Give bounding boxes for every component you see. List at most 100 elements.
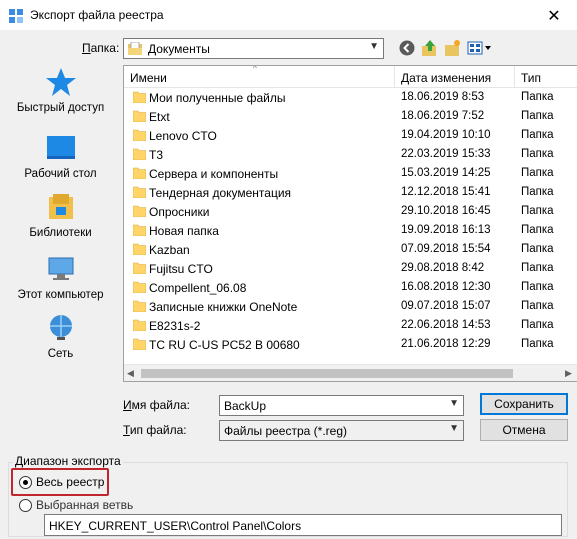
- folder-icon: [133, 262, 146, 274]
- cancel-button[interactable]: Отмена: [480, 419, 568, 441]
- new-folder-icon[interactable]: [444, 39, 462, 57]
- folder-label: Папка:: [82, 41, 120, 55]
- table-row[interactable]: Новая папка 19.09.2018 16:13 Папка: [124, 221, 577, 240]
- folder-icon: [133, 319, 146, 331]
- network-icon: [49, 315, 72, 340]
- file-date: 18.06.2019 7:52: [401, 110, 485, 122]
- filetype-select[interactable]: Файлы реестра (*.reg) ▼: [219, 420, 464, 441]
- radio-selected-branch[interactable]: [19, 499, 32, 512]
- folder-icon: [133, 110, 146, 122]
- table-row[interactable]: E8231s-2 22.06.2018 14:53 Папка: [124, 316, 577, 335]
- sort-ascending-icon: ^: [253, 65, 257, 73]
- file-name: Kazban: [149, 243, 190, 257]
- table-row[interactable]: Сервера и компоненты 15.03.2019 14:25 Папк…: [124, 164, 577, 183]
- table-row[interactable]: Записные книжки OneNote 09.07.2018 15:07 П…: [124, 297, 577, 316]
- column-header-date[interactable]: Дата изменения: [401, 71, 491, 85]
- file-type: Папка: [521, 243, 554, 255]
- file-name: Тендерная документация: [149, 186, 292, 200]
- branch-path-field[interactable]: HKEY_CURRENT_USER\Control Panel\Colors: [44, 514, 562, 536]
- file-date: 19.09.2018 16:13: [401, 224, 491, 236]
- chevron-down-icon: ▼: [449, 423, 459, 434]
- file-name: Сервера и компоненты: [149, 167, 279, 181]
- place-quick-access[interactable]: Быстрый доступ: [8, 66, 113, 124]
- column-header-name[interactable]: Имени: [130, 71, 167, 85]
- folder-icon: [133, 148, 146, 160]
- table-row[interactable]: Lenovo CTO 19.04.2019 10:10 Папка: [124, 126, 577, 145]
- file-type: Папка: [521, 148, 554, 160]
- file-name: Etxt: [149, 110, 170, 124]
- file-date: 22.06.2018 14:53: [401, 319, 491, 331]
- star-icon: [45, 68, 76, 96]
- file-name: Опросники: [149, 205, 210, 219]
- window-title: Экспорт файла реестра: [30, 8, 164, 22]
- file-list-header: Имени ^ Дата изменения Тип: [124, 66, 577, 88]
- branch-path-value: HKEY_CURRENT_USER\Control Panel\Colors: [49, 519, 302, 533]
- file-name: T3: [149, 148, 164, 162]
- table-row[interactable]: Опросники 29.10.2018 16:45 Папка: [124, 202, 577, 221]
- folder-icon: [133, 167, 146, 179]
- place-desktop[interactable]: Рабочий стол: [8, 132, 113, 190]
- place-label: Этот компьютер: [17, 289, 104, 301]
- back-icon[interactable]: [398, 39, 416, 57]
- place-libraries[interactable]: Библиотеки: [8, 191, 113, 249]
- folder-icon: [133, 281, 146, 293]
- folder-icon: [133, 91, 146, 103]
- scroll-left-icon[interactable]: ◀: [127, 368, 134, 379]
- folder-icon: [133, 129, 146, 141]
- table-row[interactable]: Compellent_06.08 16.08.2018 12:30 Папка: [124, 278, 577, 297]
- place-this-pc[interactable]: Этот компьютер: [8, 253, 113, 311]
- libraries-icon: [48, 194, 73, 219]
- file-date: 12.12.2018 15:41: [401, 186, 491, 198]
- file-type: Папка: [521, 167, 554, 179]
- file-name: E8231s-2: [149, 319, 201, 333]
- filetype-value: Файлы реестра (*.reg): [224, 424, 347, 438]
- table-row[interactable]: Мои полученные файлы 18.06.2019 8:53 Папка: [124, 88, 577, 107]
- selected-branch-label[interactable]: Выбранная ветвь: [36, 498, 133, 512]
- view-menu-icon[interactable]: [467, 39, 493, 57]
- save-button[interactable]: Сохранить: [480, 393, 568, 415]
- place-network[interactable]: Сеть: [8, 312, 113, 370]
- file-date: 18.06.2019 8:53: [401, 91, 485, 103]
- file-rows: Мои полученные файлы 18.06.2019 8:53 Папка…: [124, 88, 577, 354]
- horizontal-scrollbar[interactable]: ◀ ▶: [124, 364, 577, 381]
- scroll-right-icon[interactable]: ▶: [565, 368, 572, 379]
- table-row[interactable]: T3 22.03.2019 15:33 Папка: [124, 145, 577, 164]
- file-type: Папка: [521, 319, 554, 331]
- table-row[interactable]: Etxt 18.06.2019 7:52 Папка: [124, 107, 577, 126]
- file-type: Папка: [521, 205, 554, 217]
- file-name: Новая папка: [149, 224, 219, 238]
- file-date: 09.07.2018 15:07: [401, 300, 491, 312]
- folder-current: Документы: [148, 42, 210, 56]
- filetype-label: Тип файла:: [123, 423, 187, 437]
- places-bar: Быстрый доступ Рабочий стол Библиотеки Э…: [8, 66, 113, 376]
- file-date: 16.08.2018 12:30: [401, 281, 491, 293]
- file-type: Папка: [521, 91, 554, 103]
- filename-value: BackUp: [224, 399, 267, 413]
- close-button[interactable]: ✕: [531, 0, 577, 31]
- file-list[interactable]: Имени ^ Дата изменения Тип Мои полученны…: [123, 65, 577, 382]
- file-type: Папка: [521, 186, 554, 198]
- folder-icon: [133, 243, 146, 255]
- file-name: TC RU C-US PC52 B 00680: [149, 338, 300, 352]
- scrollbar-thumb[interactable]: [141, 369, 513, 378]
- folder-icon: [133, 224, 146, 236]
- chevron-down-icon: ▼: [449, 398, 459, 409]
- up-folder-icon[interactable]: [421, 39, 439, 57]
- close-icon: ✕: [547, 7, 561, 25]
- table-row[interactable]: TC RU C-US PC52 B 00680 21.06.2018 12:29 П…: [124, 335, 577, 354]
- folder-icon: [133, 205, 146, 217]
- place-label: Сеть: [47, 348, 74, 360]
- file-type: Папка: [521, 110, 554, 122]
- folder-combo[interactable]: Документы ▼: [123, 38, 384, 59]
- file-date: 19.04.2019 10:10: [401, 129, 491, 141]
- file-type: Папка: [521, 224, 554, 236]
- table-row[interactable]: Тендерная документация 12.12.2018 15:41 Па…: [124, 183, 577, 202]
- filename-input[interactable]: BackUp ▼: [219, 395, 464, 416]
- table-row[interactable]: Kazban 07.09.2018 15:54 Папка: [124, 240, 577, 259]
- column-header-type[interactable]: Тип: [521, 71, 541, 85]
- file-date: 15.03.2019 14:25: [401, 167, 491, 179]
- place-label: Быстрый доступ: [16, 102, 105, 114]
- documents-folder-icon: [128, 42, 142, 55]
- table-row[interactable]: Fujitsu CTO 29.08.2018 8:42 Папка: [124, 259, 577, 278]
- folder-icon: [133, 300, 146, 312]
